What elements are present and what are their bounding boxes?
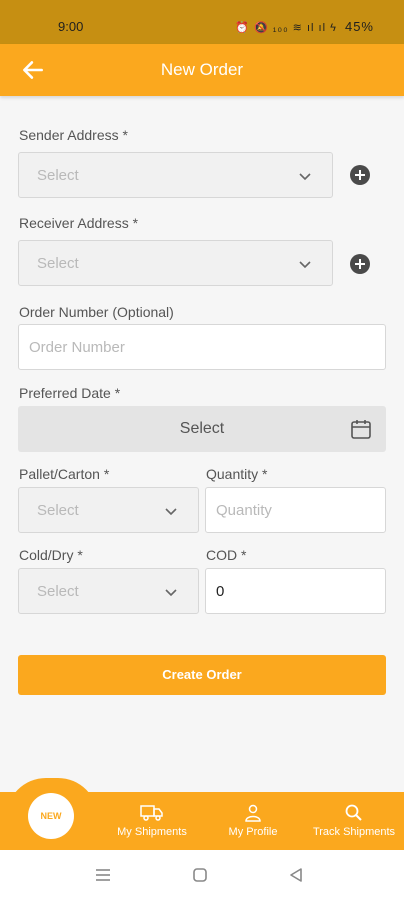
status-icons-text: ⏰ 🔕 ₁₀₀ ≋ ıl ıl ϟ <box>235 22 337 34</box>
quantity-input[interactable]: Quantity <box>205 487 386 533</box>
quantity-label: Quantity * <box>206 466 268 482</box>
calendar-icon <box>351 420 371 439</box>
order-number-label: Order Number (Optional) <box>19 304 174 320</box>
pallet-carton-select[interactable]: Select <box>18 487 199 533</box>
cod-label: COD * <box>206 547 247 563</box>
receiver-address-label: Receiver Address * <box>19 215 139 231</box>
pallet-carton-placeholder: Select <box>37 502 79 519</box>
pallet-carton-label: Pallet/Carton * <box>19 466 110 482</box>
chevron-down-icon <box>165 589 177 597</box>
add-receiver-address-button[interactable] <box>350 254 370 274</box>
cold-dry-label: Cold/Dry * <box>19 547 83 563</box>
menu-icon[interactable] <box>95 868 111 882</box>
receiver-address-placeholder: Select <box>37 255 79 272</box>
page-title: New Order <box>160 60 244 79</box>
cod-value: 0 <box>216 583 225 600</box>
nav-my-shipments-label: My Shipments <box>117 826 187 838</box>
sender-address-select[interactable]: Select <box>18 152 333 198</box>
create-order-button[interactable]: Create Order <box>18 655 386 695</box>
preferred-date-picker[interactable]: Select <box>18 406 386 452</box>
back-triangle-icon[interactable] <box>289 868 303 882</box>
cod-input[interactable]: 0 <box>205 568 386 614</box>
system-nav-bar <box>0 850 404 900</box>
sender-address-label: Sender Address * <box>19 127 128 143</box>
nav-track-shipments[interactable]: Track Shipments <box>308 804 400 838</box>
chevron-down-icon <box>299 261 311 269</box>
sender-address-placeholder: Select <box>37 167 79 184</box>
order-number-input[interactable]: Order Number <box>18 324 386 370</box>
status-bar: 9:00 ⏰ 🔕 ₁₀₀ ≋ ıl ıl ϟ 45% <box>0 0 404 44</box>
app-bar: New Order <box>0 44 404 96</box>
nav-track-shipments-label: Track Shipments <box>312 826 396 838</box>
new-order-fab[interactable]: NEW <box>28 793 74 839</box>
nav-my-shipments[interactable]: My Shipments <box>112 804 192 838</box>
quantity-placeholder: Quantity <box>216 502 272 519</box>
person-icon <box>245 804 261 822</box>
preferred-date-label: Preferred Date * <box>19 385 121 401</box>
truck-icon <box>140 805 163 821</box>
clock: 9:00 <box>58 19 84 34</box>
home-icon[interactable] <box>193 868 207 882</box>
search-icon <box>345 804 362 821</box>
receiver-address-select[interactable]: Select <box>18 240 333 286</box>
nav-my-profile[interactable]: My Profile <box>222 804 284 838</box>
nav-my-profile-label: My Profile <box>228 826 278 838</box>
order-number-placeholder: Order Number <box>29 339 125 356</box>
add-sender-address-button[interactable] <box>350 165 370 185</box>
cold-dry-select[interactable]: Select <box>18 568 199 614</box>
battery-level: 45% <box>344 19 374 34</box>
cold-dry-placeholder: Select <box>37 583 79 600</box>
preferred-date-value: Select <box>179 420 225 437</box>
chevron-down-icon <box>299 173 311 181</box>
status-icons: ⏰ 🔕 ₁₀₀ ≋ ıl ıl ϟ 45% <box>235 19 374 34</box>
chevron-down-icon <box>165 508 177 516</box>
